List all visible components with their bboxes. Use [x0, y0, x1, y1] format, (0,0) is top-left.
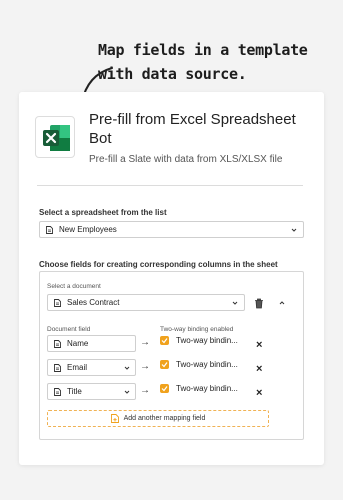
- binding-checkbox[interactable]: [160, 336, 169, 345]
- add-mapping-label: Add another mapping field: [123, 415, 206, 422]
- document-icon: [54, 298, 61, 307]
- document-field-column-label: Document field: [47, 326, 91, 333]
- excel-logo-icon: [35, 116, 75, 158]
- annotation-text: Map fields in a template with data sourc…: [98, 41, 308, 83]
- binding-text: Two-way bindin...: [176, 384, 238, 393]
- field-select-email[interactable]: Email: [47, 359, 136, 376]
- field-select-name[interactable]: Name: [47, 335, 136, 352]
- document-icon: [54, 363, 61, 372]
- arrow-right-icon: →: [140, 385, 150, 396]
- remove-row-icon[interactable]: ×: [256, 363, 262, 375]
- check-icon: [161, 386, 168, 392]
- trash-icon[interactable]: [254, 298, 264, 309]
- chevron-down-icon: [124, 390, 130, 394]
- chevron-down-icon: [124, 366, 130, 370]
- spreadsheet-select[interactable]: New Employees: [39, 221, 304, 238]
- remove-row-icon[interactable]: ×: [256, 339, 262, 351]
- remove-row-icon[interactable]: ×: [256, 387, 262, 399]
- field-label: Email: [67, 363, 88, 372]
- add-document-icon: [110, 414, 119, 423]
- document-select-label: Select a document: [47, 283, 101, 290]
- document-icon: [54, 387, 61, 396]
- binding-checkbox[interactable]: [160, 360, 169, 369]
- binding-text: Two-way bindin...: [176, 360, 238, 369]
- bot-subtitle: Pre-fill a Slate with data from XLS/XLSX…: [89, 154, 283, 165]
- chevron-down-icon: [291, 228, 297, 232]
- document-icon: [54, 339, 61, 348]
- chevron-up-icon[interactable]: [278, 299, 286, 307]
- check-icon: [161, 338, 168, 344]
- arrow-right-icon: →: [140, 337, 150, 348]
- spreadsheet-label: Select a spreadsheet from the list: [39, 208, 167, 217]
- spreadsheet-value: New Employees: [59, 225, 117, 234]
- document-value: Sales Contract: [67, 298, 120, 307]
- add-mapping-field-button[interactable]: Add another mapping field: [47, 410, 269, 427]
- fields-section-label: Choose fields for creating corresponding…: [39, 260, 278, 269]
- bot-card: Pre-fill from Excel Spreadsheet Bot Pre-…: [19, 92, 324, 465]
- arrow-right-icon: →: [140, 361, 150, 372]
- document-select[interactable]: Sales Contract: [47, 294, 245, 311]
- binding-column-label: Two-way binding enabled: [160, 326, 234, 333]
- check-icon: [161, 362, 168, 368]
- binding-checkbox[interactable]: [160, 384, 169, 393]
- chevron-down-icon: [232, 301, 238, 305]
- field-label: Name: [67, 339, 89, 348]
- field-select-title[interactable]: Title: [47, 383, 136, 400]
- document-icon: [46, 225, 53, 234]
- mapping-box: Select a document Sales Contract Documen…: [39, 271, 304, 440]
- bot-title: Pre-fill from Excel Spreadsheet Bot: [89, 111, 296, 147]
- divider: [37, 185, 303, 186]
- binding-text: Two-way bindin...: [176, 336, 238, 345]
- field-label: Title: [67, 387, 82, 396]
